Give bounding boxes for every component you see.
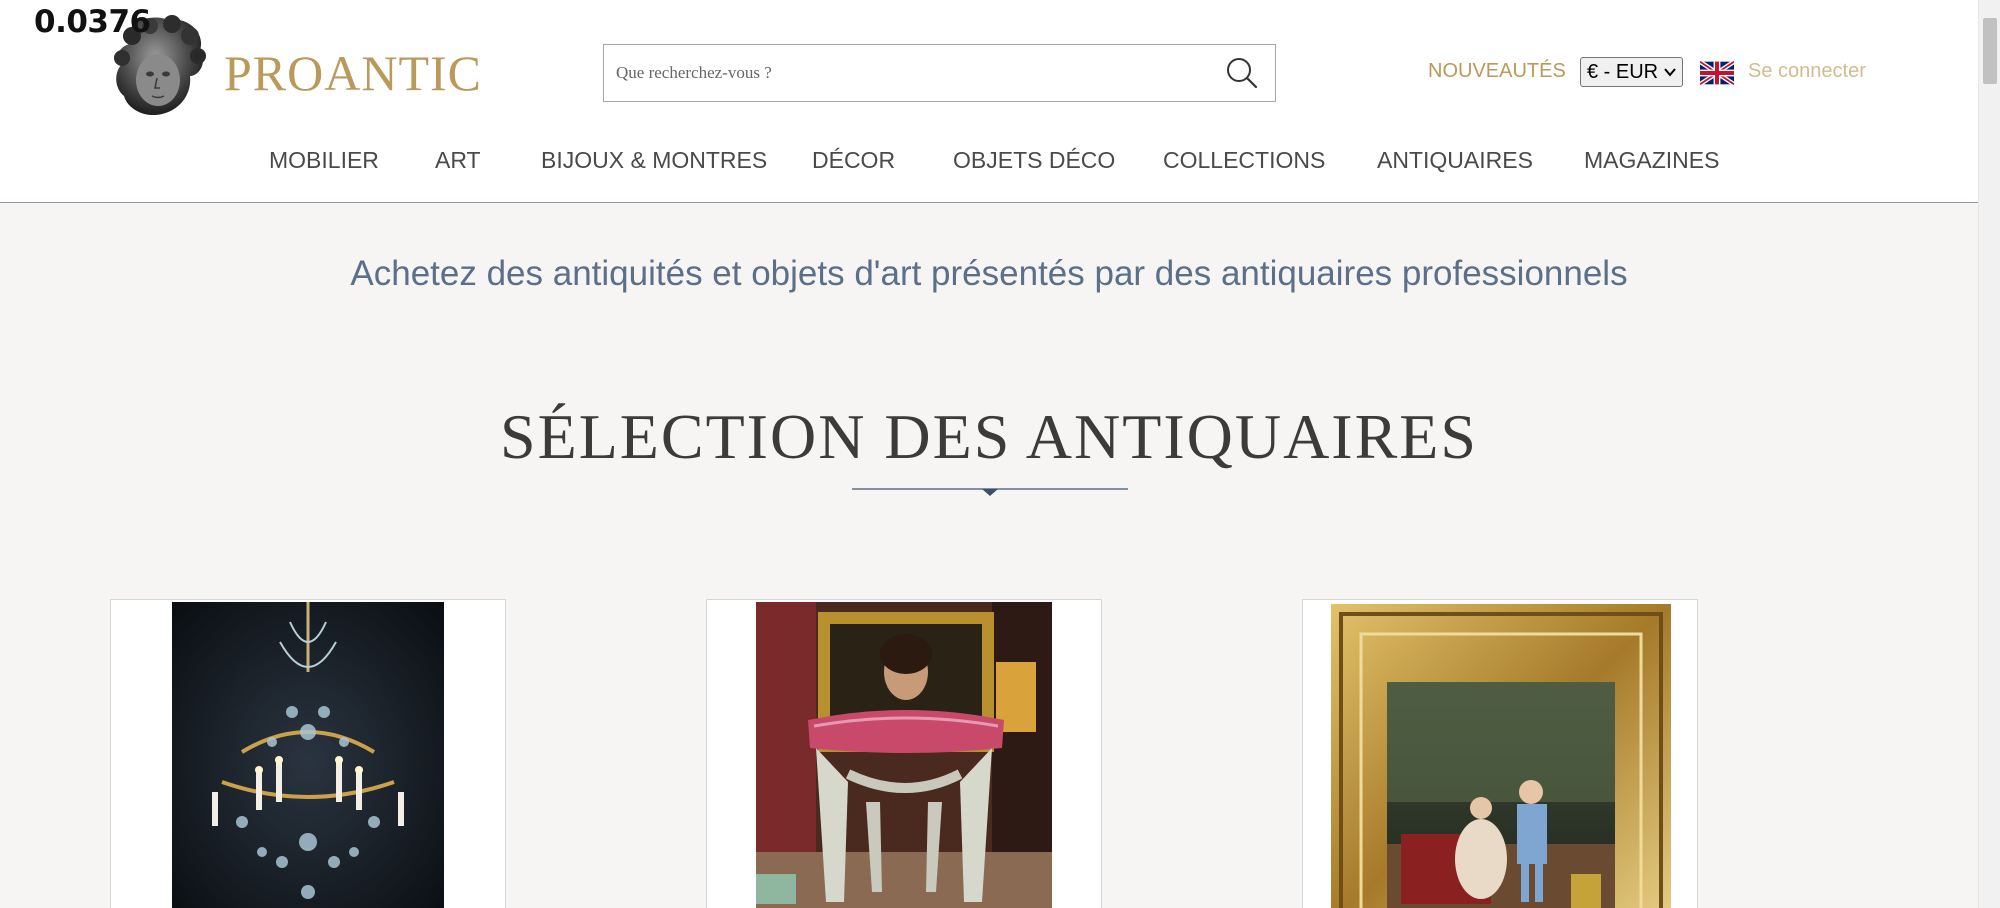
search-icon [1227, 58, 1258, 89]
nav-item-antiquaires[interactable]: ANTIQUAIRES [1377, 147, 1533, 174]
chevron-down-icon [1664, 68, 1676, 77]
product-card-chandelier[interactable] [110, 599, 506, 908]
search-button[interactable] [1209, 45, 1275, 101]
nav-item-bijoux-montres[interactable]: BIJOUX & MONTRES [541, 147, 767, 174]
product-card-framed-painting[interactable] [1302, 599, 1698, 908]
nav-item-mobilier[interactable]: MOBILIER [269, 147, 379, 174]
currency-value: € - EUR [1587, 60, 1659, 83]
page-scrollbar[interactable] [1978, 0, 2000, 908]
scrollbar-thumb[interactable] [1983, 18, 1997, 84]
new-arrivals-link[interactable]: NOUVEAUTÉS [1428, 60, 1566, 83]
uk-flag-icon[interactable] [1700, 61, 1734, 85]
portrait-stool-image [756, 602, 1052, 908]
nav-item-collections[interactable]: COLLECTIONS [1163, 147, 1325, 174]
product-card-portrait-stool[interactable] [706, 599, 1102, 908]
brand-logo[interactable]: PROANTIC [224, 44, 482, 102]
framed-painting-image [1331, 604, 1671, 908]
nav-item-art[interactable]: ART [435, 147, 481, 174]
nav-item-magazines[interactable]: MAGAZINES [1584, 147, 1719, 174]
chandelier-image [172, 602, 444, 908]
nav-item-objets-deco[interactable]: OBJETS DÉCO [953, 147, 1115, 174]
search-bar [603, 44, 1276, 102]
nav-item-decor[interactable]: DÉCOR [812, 147, 895, 174]
login-link[interactable]: Se connecter [1748, 60, 1866, 83]
section-title: SÉLECTION DES ANTIQUAIRES [500, 401, 1478, 472]
tagline: Achetez des antiquités et objets d'art p… [350, 254, 1628, 293]
search-input[interactable] [604, 45, 1209, 101]
page: 0.0376 PROANTIC Que recherchez-vous ? NO… [0, 0, 2000, 908]
title-divider [852, 488, 1128, 496]
overlay-score: 0.0376 [34, 4, 151, 40]
currency-select[interactable]: € - EUR [1580, 57, 1683, 87]
site-header: 0.0376 PROANTIC Que recherchez-vous ? NO… [0, 0, 1978, 203]
